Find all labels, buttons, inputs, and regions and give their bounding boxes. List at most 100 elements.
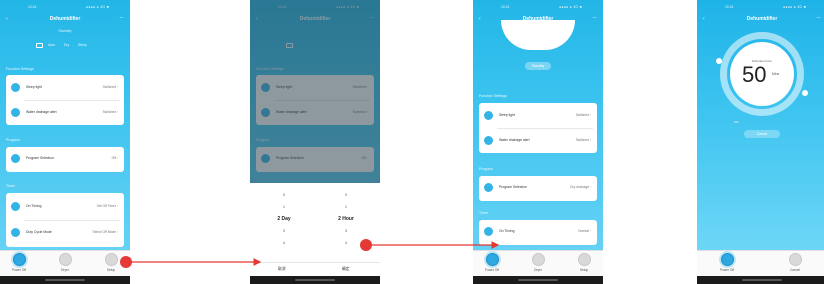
clock-icon <box>11 202 20 211</box>
row-label: On Timing <box>26 204 42 208</box>
home-indicator <box>250 276 380 284</box>
cancel-button[interactable]: 取消 <box>278 267 286 272</box>
section-timer: Timer <box>6 184 16 188</box>
minutes-caption: Min <box>734 120 739 124</box>
row-value: Switched <box>576 138 591 142</box>
row-label: On Timing <box>499 229 515 233</box>
tab-label: Power Off <box>719 268 735 272</box>
picker-option-selected[interactable]: 2 Day <box>264 213 304 225</box>
status-bar: 10:41 ●●●● ● 4G ■ <box>473 4 603 12</box>
home-indicator <box>473 276 603 284</box>
picker-option[interactable]: 0 <box>326 189 366 201</box>
tab-power-off[interactable]: Power Off <box>478 253 506 275</box>
status-indicators: ●●●● ● 4G ■ <box>783 5 806 9</box>
picker-option[interactable]: 1 <box>326 201 366 213</box>
bulb-icon <box>484 111 493 120</box>
mode-icon[interactable] <box>36 43 43 48</box>
picker-option[interactable]: 1 <box>264 201 304 213</box>
more-icon[interactable]: ··· <box>593 15 597 20</box>
row-value: Switched <box>576 113 591 117</box>
row-value: Normal <box>578 229 591 233</box>
row-water-alert[interactable]: Water drainage alert Switched <box>479 129 597 153</box>
row-duty-cycle[interactable]: Duty Cycle Mode Select Off Mode <box>6 221 124 245</box>
card-timer: On Timing Set Off Timer Duty Cycle Mode … <box>6 193 124 247</box>
row-label: Sleep light <box>499 113 515 117</box>
section-program: Program <box>479 167 493 171</box>
device-illustration <box>501 20 575 50</box>
row-sleep-light[interactable]: Sleep light Switched <box>6 76 124 100</box>
day-picker-column[interactable]: 0 1 2 Day 3 4 <box>264 189 304 249</box>
dial-unit: Mins <box>772 72 780 76</box>
status-time: 10:41 <box>725 5 734 9</box>
row-label: Program Selection <box>26 156 54 160</box>
ring-knob <box>802 90 808 96</box>
card-function: Sleep light Switched Water drainage aler… <box>6 75 124 125</box>
picker-option[interactable]: 4 <box>326 237 366 249</box>
row-label: Program Selection <box>499 185 527 189</box>
tab-cancel[interactable]: Cancel <box>781 253 809 275</box>
status-time: 10:41 <box>28 5 37 9</box>
mode-selector: Auto Dry Sleep <box>36 42 96 50</box>
tab-dryer[interactable]: Dryer <box>524 253 552 275</box>
status-time: 10:41 <box>501 5 510 9</box>
row-value: Select Off Mode <box>92 230 118 234</box>
status-indicators: ●●●● ● 4G ■ <box>86 5 109 9</box>
card-timer: On Timing Normal <box>479 220 597 245</box>
tab-bar: Power Off Dryer Setup <box>0 250 130 276</box>
row-on-timing[interactable]: On Timing Normal <box>479 220 597 244</box>
tab-bar: Power Off Dryer Setup <box>473 250 603 276</box>
row-value: Dry drainage <box>570 185 591 189</box>
mode-auto[interactable]: Auto <box>48 43 55 47</box>
tab-power-off[interactable]: Power Off <box>5 253 33 275</box>
tab-setup[interactable]: Setup <box>570 253 598 275</box>
picker-option[interactable]: 3 <box>326 225 366 237</box>
more-icon[interactable]: ··· <box>817 15 821 20</box>
row-program-selection[interactable]: Program Selection Dry drainage <box>479 176 597 200</box>
pause-icon <box>788 253 802 266</box>
row-sleep-light[interactable]: Sleep light Switched <box>479 104 597 128</box>
tab-label: Power Off <box>484 268 500 272</box>
row-value: Switched <box>103 110 118 114</box>
row-value: Switched <box>103 85 118 89</box>
confirm-button[interactable]: 确定 <box>342 267 350 272</box>
title-bar: ‹ Dehumidifier ··· <box>697 14 824 26</box>
picker-option[interactable]: 4 <box>264 237 304 249</box>
cycle-icon <box>11 228 20 237</box>
clock-icon <box>484 227 493 236</box>
water-icon <box>484 136 493 145</box>
row-label: Water drainage alert <box>26 110 57 114</box>
program-icon <box>484 183 493 192</box>
timer-icon <box>104 253 118 266</box>
row-water-alert[interactable]: Water drainage alert Switched <box>6 101 124 125</box>
row-program-selection[interactable]: Program Selection Off <box>6 147 124 171</box>
hour-picker-column[interactable]: 0 1 2 Hour 3 4 <box>326 189 366 249</box>
section-timer: Timer <box>479 211 489 215</box>
device-status: Standby <box>58 29 72 33</box>
picker-option[interactable]: 3 <box>264 225 304 237</box>
row-on-timing[interactable]: On Timing Set Off Timer <box>6 195 124 219</box>
tab-power-off[interactable]: Power Off <box>713 253 741 275</box>
phone-screen-scrolled: 10:41 ●●●● ● 4G ■ ‹ Dehumidifier ··· Sta… <box>473 0 603 284</box>
card-function: Sleep light Switched Water drainage aler… <box>479 103 597 153</box>
cancel-timer-button[interactable]: Cancel <box>744 130 780 138</box>
home-indicator <box>0 276 130 284</box>
status-bar: 10:41 ●●●● ● 4G ■ <box>697 4 824 12</box>
mode-sleep[interactable]: Sleep <box>78 43 87 47</box>
picker-option[interactable]: 0 <box>264 189 304 201</box>
card-program: Program Selection Dry drainage <box>479 176 597 201</box>
picker-actions: 取消 确定 <box>250 262 380 276</box>
program-icon <box>11 154 20 163</box>
tab-label: Dryer <box>61 268 69 272</box>
dial-value: 50 <box>742 62 767 87</box>
tab-dryer[interactable]: Dryer <box>51 253 79 275</box>
mode-dry[interactable]: Dry <box>64 43 69 47</box>
timer-icon <box>577 253 591 266</box>
tab-setup[interactable]: Setup <box>97 253 125 275</box>
tab-label: Setup <box>579 268 589 272</box>
fan-icon <box>531 253 545 266</box>
tab-bar: Power Off Cancel <box>697 250 824 276</box>
picker-option-selected[interactable]: 2 Hour <box>326 213 366 225</box>
more-icon[interactable]: ··· <box>120 15 124 20</box>
ring-knob <box>716 58 722 64</box>
power-icon <box>12 253 26 266</box>
